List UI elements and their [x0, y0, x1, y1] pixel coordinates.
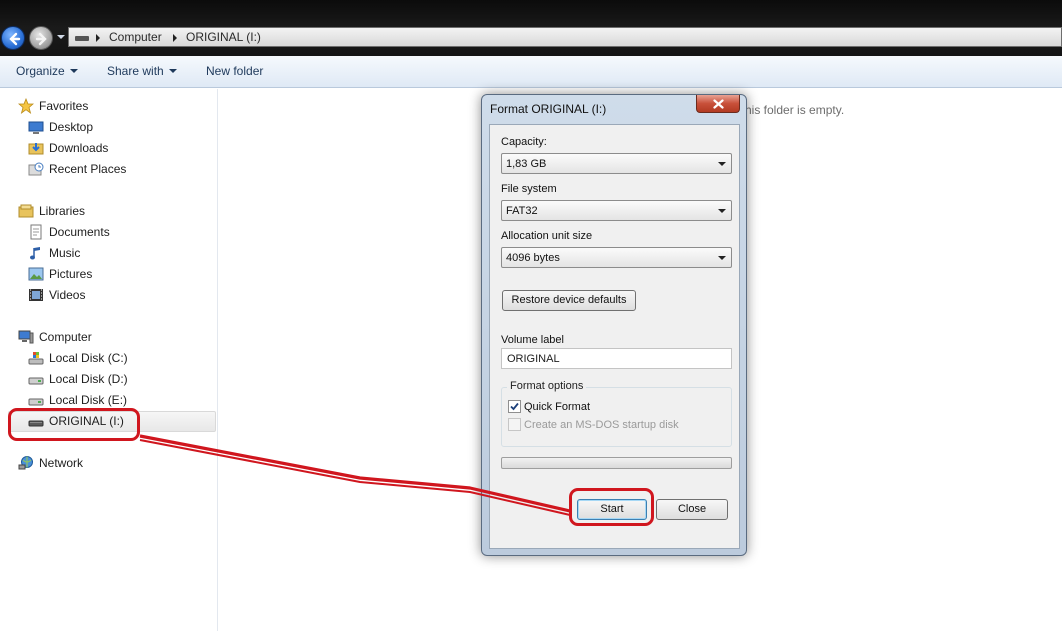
annotation-arrow-line	[139, 434, 571, 516]
